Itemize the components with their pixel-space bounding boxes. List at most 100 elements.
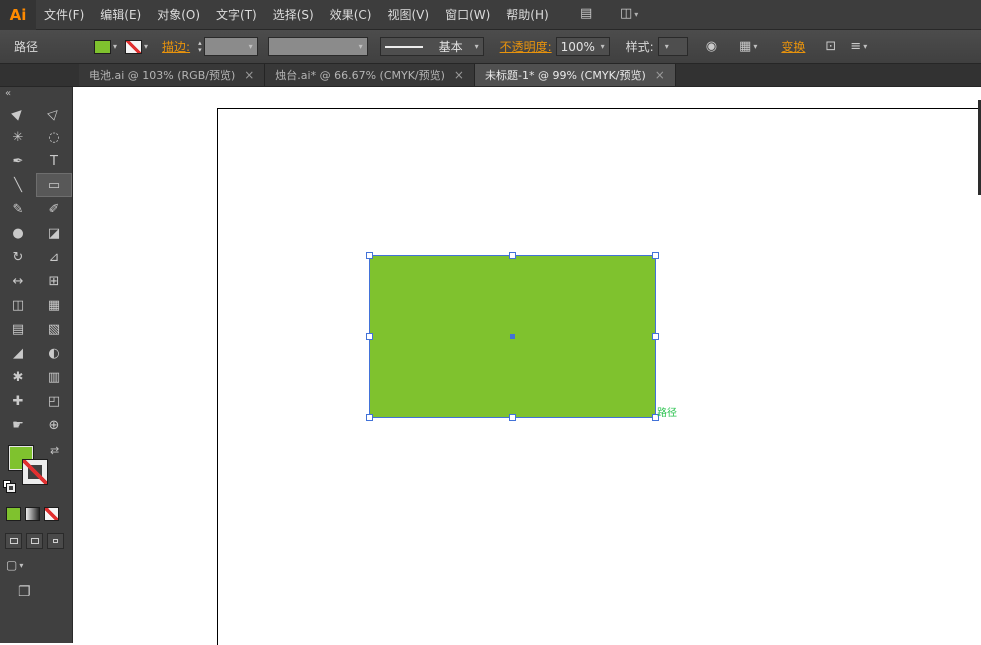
variable-width-profile-select[interactable]: ▾	[268, 37, 368, 56]
stroke-weight-stepper[interactable]: ▴ ▾	[198, 40, 202, 54]
handle-bottom[interactable]	[509, 414, 516, 421]
handle-top-right[interactable]	[652, 252, 659, 259]
zoom-tool[interactable]: ⊕	[36, 413, 72, 437]
profile-chevron-down-icon: ▾	[359, 42, 363, 51]
rotate-tool[interactable]: ↻	[0, 245, 36, 269]
crop-marks-icon: ⊡	[825, 39, 836, 54]
menu-item-object[interactable]: 对象(O)	[149, 0, 208, 30]
transform-panel-link[interactable]: 变换	[781, 38, 805, 55]
arrange-documents-icon: ◫	[620, 6, 632, 21]
fill-chevron-down-icon[interactable]: ▾	[113, 42, 117, 51]
stroke-color-swatch[interactable]	[125, 40, 142, 54]
blob-brush-tool[interactable]: ●	[0, 221, 36, 245]
document-icon[interactable]: ▤	[580, 6, 592, 21]
hand-tool[interactable]: ☛	[0, 413, 36, 437]
stroke-color-proxy[interactable]	[22, 459, 48, 485]
tab-title: 未标题-1* @ 99% (CMYK/预览)	[485, 67, 646, 83]
lasso-tool[interactable]: ◌	[36, 125, 72, 149]
gradient-button[interactable]	[25, 507, 40, 521]
draw-inside-button[interactable]	[47, 533, 64, 549]
none-button[interactable]	[44, 507, 59, 521]
draw-normal-button[interactable]	[5, 533, 22, 549]
paintbrush-tool[interactable]: ✎	[0, 197, 36, 221]
handle-top-left[interactable]	[366, 252, 373, 259]
pen-tool[interactable]: ✒	[0, 149, 36, 173]
app-logo: Ai	[0, 0, 36, 30]
color-button[interactable]	[6, 507, 21, 521]
stepper-down-icon[interactable]: ▾	[198, 47, 202, 54]
magic-wand-tool[interactable]: ✳	[0, 125, 36, 149]
style-select[interactable]: ▾	[658, 37, 688, 56]
selected-rectangle[interactable]	[370, 256, 655, 417]
blend-tool[interactable]: ◐	[36, 341, 72, 365]
type-tool[interactable]: T	[36, 149, 72, 173]
slice-tool[interactable]: ◰	[36, 389, 72, 413]
isolate-button[interactable]: ⊡	[825, 39, 836, 54]
options-button[interactable]: ≡▾	[850, 39, 867, 54]
zoom-tool-icon: ⊕	[49, 418, 60, 433]
menu-item-type[interactable]: 文字(T)	[208, 0, 265, 30]
width-tool[interactable]: ↔	[0, 269, 36, 293]
stroke-weight-select[interactable]: ▾	[204, 37, 258, 56]
handle-right[interactable]	[652, 333, 659, 340]
menu-item-edit[interactable]: 编辑(E)	[92, 0, 149, 30]
recolor-artwork-button[interactable]: ◉	[706, 39, 717, 54]
eraser-tool[interactable]: ◪	[36, 221, 72, 245]
artboard-tool[interactable]: ✚	[0, 389, 36, 413]
panels-button[interactable]: ❐	[18, 584, 31, 600]
opacity-panel-link[interactable]: 不透明度:	[500, 38, 552, 55]
swap-fill-stroke-icon[interactable]: ⇄	[50, 444, 59, 457]
canvas[interactable]: 路径	[74, 87, 981, 643]
pencil-tool[interactable]: ✐	[36, 197, 72, 221]
direct-selection-tool[interactable]: ▷	[36, 101, 72, 125]
tab-untitled[interactable]: 未标题-1* @ 99% (CMYK/预览) ×	[475, 64, 676, 86]
brush-stroke-preview-icon	[385, 46, 423, 48]
artboard-tool-icon: ✚	[13, 394, 24, 409]
symbol-sprayer-tool[interactable]: ✱	[0, 365, 36, 389]
align-button[interactable]: ▦▾	[739, 39, 757, 54]
brush-definition-select[interactable]: 基本 ▾	[380, 37, 484, 56]
menu-item-view[interactable]: 视图(V)	[379, 0, 437, 30]
gradient-tool[interactable]: ▧	[36, 317, 72, 341]
mesh-tool[interactable]: ▤	[0, 317, 36, 341]
handle-bottom-left[interactable]	[366, 414, 373, 421]
stroke-panel-link[interactable]: 描边:	[162, 38, 190, 55]
menu-item-select[interactable]: 选择(S)	[265, 0, 322, 30]
tab-candlestick[interactable]: 烛台.ai* @ 66.67% (CMYK/预览) ×	[265, 64, 475, 86]
close-icon[interactable]: ×	[655, 68, 665, 82]
close-icon[interactable]: ×	[454, 68, 464, 82]
column-graph-tool[interactable]: ▥	[36, 365, 72, 389]
perspective-grid-tool[interactable]: ▦	[36, 293, 72, 317]
eyedropper-tool[interactable]: ◢	[0, 341, 36, 365]
screen-mode-button[interactable]: ▢ ▾	[6, 558, 23, 572]
rectangle-tool[interactable]: ▭	[36, 173, 72, 197]
smart-guide-path-label: 路径	[657, 404, 677, 419]
line-segment-tool[interactable]: ╲	[0, 173, 36, 197]
recolor-artwork-icon: ◉	[706, 39, 717, 54]
menu-item-window[interactable]: 窗口(W)	[437, 0, 498, 30]
tab-battery[interactable]: 电池.ai @ 103% (RGB/预览) ×	[79, 64, 265, 86]
menu-item-effect[interactable]: 效果(C)	[322, 0, 380, 30]
shape-builder-tool[interactable]: ◫	[0, 293, 36, 317]
scale-tool[interactable]: ⊿	[36, 245, 72, 269]
fill-color-swatch[interactable]	[94, 40, 111, 54]
pen-tool-icon: ✒	[13, 154, 24, 169]
close-icon[interactable]: ×	[244, 68, 254, 82]
tool-panel: « ▶ ▷ ✳ ◌ ✒ T ╲ ▭ ✎ ✐ ● ◪ ↻ ⊿ ↔ ⊞ ◫ ▦ ▤ …	[0, 87, 73, 643]
free-transform-tool[interactable]: ⊞	[36, 269, 72, 293]
menu-item-help[interactable]: 帮助(H)	[498, 0, 556, 30]
panel-collapse-button[interactable]: «	[0, 87, 72, 101]
handle-top[interactable]	[509, 252, 516, 259]
menu-item-file[interactable]: 文件(F)	[36, 0, 92, 30]
draw-behind-button[interactable]	[26, 533, 43, 549]
stroke-chevron-down-icon[interactable]: ▾	[144, 42, 148, 51]
handle-left[interactable]	[366, 333, 373, 340]
center-point[interactable]	[510, 334, 515, 339]
selection-tool[interactable]: ▶	[0, 101, 36, 125]
opacity-select[interactable]: 100% ▾	[556, 37, 610, 56]
arrange-documents-button[interactable]: ◫▾	[620, 6, 638, 21]
perspective-grid-tool-icon: ▦	[48, 298, 60, 313]
style-chevron-down-icon: ▾	[665, 42, 669, 51]
brush-chevron-down-icon: ▾	[475, 42, 479, 51]
default-fill-stroke-button[interactable]	[3, 480, 15, 492]
